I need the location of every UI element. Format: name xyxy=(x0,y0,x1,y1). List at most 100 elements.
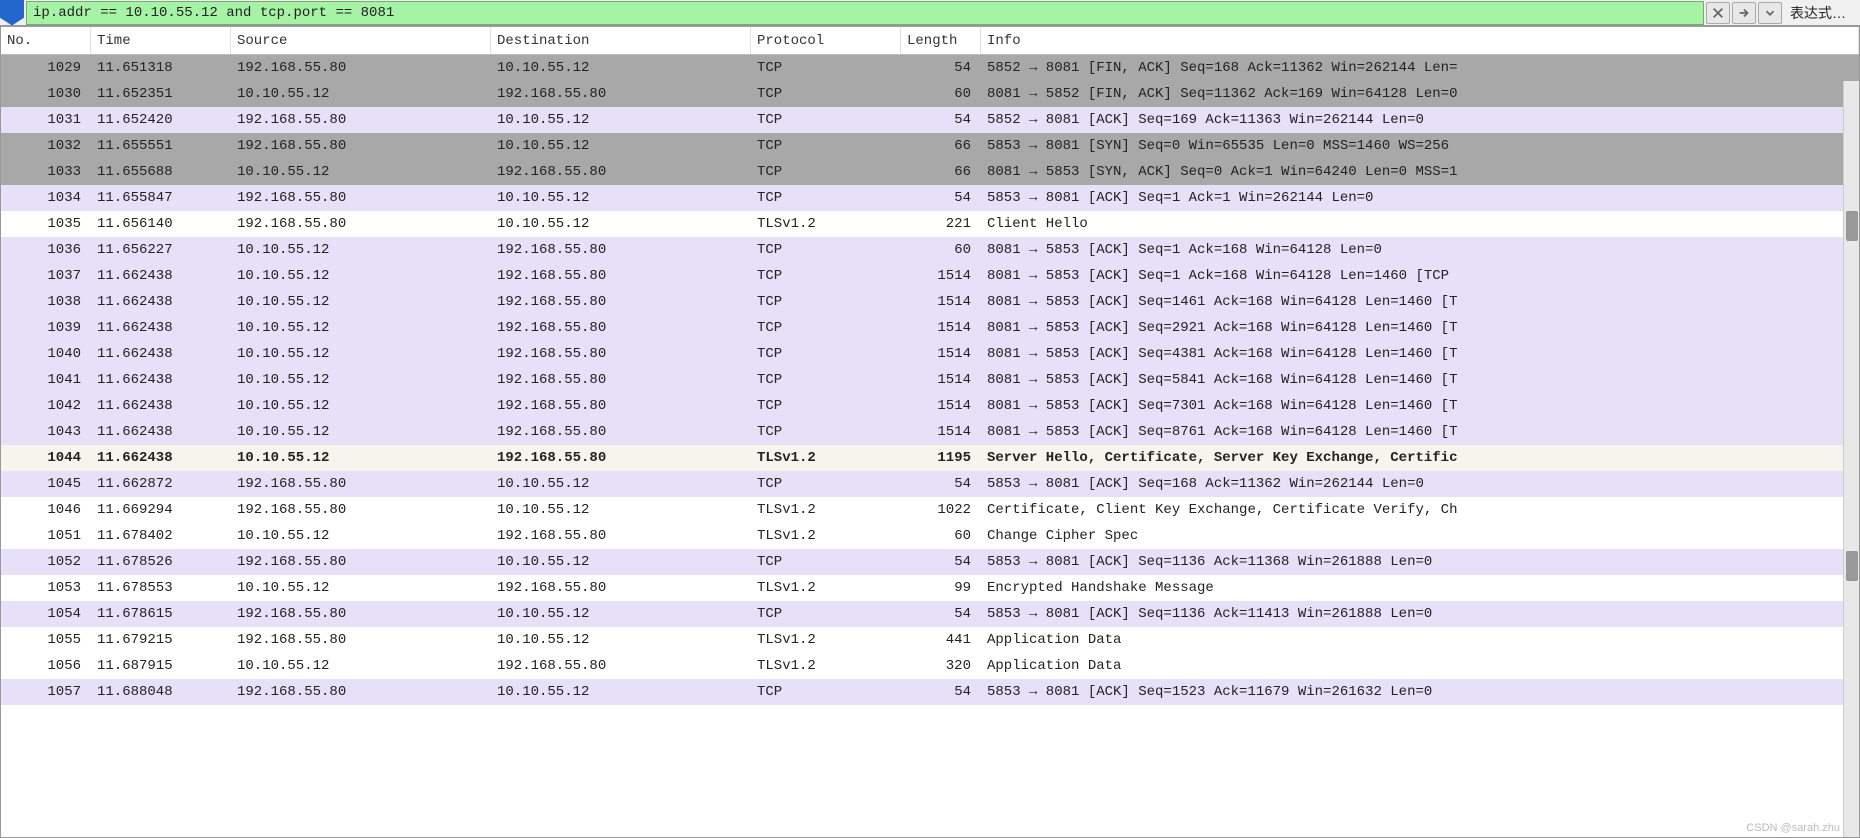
cell-time: 11.662438 xyxy=(91,372,231,388)
cell-proto: TLSv1.2 xyxy=(751,502,901,518)
packet-row[interactable]: 105411.678615192.168.55.8010.10.55.12TCP… xyxy=(1,601,1859,627)
cell-dst: 192.168.55.80 xyxy=(491,372,751,388)
cell-no: 1046 xyxy=(1,502,91,518)
apply-filter-button[interactable] xyxy=(1732,2,1756,24)
packet-row[interactable]: 103811.66243810.10.55.12192.168.55.80TCP… xyxy=(1,289,1859,315)
cell-len: 1514 xyxy=(901,398,981,414)
column-header-protocol[interactable]: Protocol xyxy=(751,27,901,54)
cell-dst: 192.168.55.80 xyxy=(491,320,751,336)
packet-row[interactable]: 104211.66243810.10.55.12192.168.55.80TCP… xyxy=(1,393,1859,419)
packet-row[interactable]: 104511.662872192.168.55.8010.10.55.12TCP… xyxy=(1,471,1859,497)
cell-src: 192.168.55.80 xyxy=(231,632,491,648)
cell-time: 11.655847 xyxy=(91,190,231,206)
cell-no: 1037 xyxy=(1,268,91,284)
cell-no: 1039 xyxy=(1,320,91,336)
cell-src: 10.10.55.12 xyxy=(231,372,491,388)
cell-proto: TCP xyxy=(751,476,901,492)
cell-no: 1040 xyxy=(1,346,91,362)
cell-time: 11.662438 xyxy=(91,294,231,310)
packet-row[interactable]: 103011.65235110.10.55.12192.168.55.80TCP… xyxy=(1,81,1859,107)
cell-src: 192.168.55.80 xyxy=(231,216,491,232)
cell-dst: 192.168.55.80 xyxy=(491,164,751,180)
expression-button[interactable]: 表达式… xyxy=(1784,3,1856,23)
cell-info: 5853 → 8081 [ACK] Seq=1523 Ack=11679 Win… xyxy=(981,684,1859,700)
cell-src: 10.10.55.12 xyxy=(231,86,491,102)
cell-len: 54 xyxy=(901,684,981,700)
packet-row[interactable]: 105211.678526192.168.55.8010.10.55.12TCP… xyxy=(1,549,1859,575)
packet-row[interactable]: 105311.67855310.10.55.12192.168.55.80TLS… xyxy=(1,575,1859,601)
cell-info: 5852 → 8081 [FIN, ACK] Seq=168 Ack=11362… xyxy=(981,60,1859,76)
cell-time: 11.679215 xyxy=(91,632,231,648)
cell-dst: 192.168.55.80 xyxy=(491,268,751,284)
packet-row[interactable]: 104411.66243810.10.55.12192.168.55.80TLS… xyxy=(1,445,1859,471)
column-header-source[interactable]: Source xyxy=(231,27,491,54)
packet-row[interactable]: 103311.65568810.10.55.12192.168.55.80TCP… xyxy=(1,159,1859,185)
packet-row[interactable]: 103411.655847192.168.55.8010.10.55.12TCP… xyxy=(1,185,1859,211)
cell-src: 10.10.55.12 xyxy=(231,528,491,544)
display-filter-input[interactable] xyxy=(26,1,1704,25)
packet-row[interactable]: 103111.652420192.168.55.8010.10.55.12TCP… xyxy=(1,107,1859,133)
packet-row[interactable]: 103211.655551192.168.55.8010.10.55.12TCP… xyxy=(1,133,1859,159)
cell-dst: 10.10.55.12 xyxy=(491,60,751,76)
packet-row[interactable]: 105711.688048192.168.55.8010.10.55.12TCP… xyxy=(1,679,1859,705)
cell-time: 11.651318 xyxy=(91,60,231,76)
cell-no: 1057 xyxy=(1,684,91,700)
cell-dst: 10.10.55.12 xyxy=(491,632,751,648)
packet-row[interactable]: 104111.66243810.10.55.12192.168.55.80TCP… xyxy=(1,367,1859,393)
clear-filter-button[interactable] xyxy=(1706,2,1730,24)
cell-src: 10.10.55.12 xyxy=(231,346,491,362)
cell-proto: TCP xyxy=(751,190,901,206)
cell-len: 60 xyxy=(901,528,981,544)
cell-len: 54 xyxy=(901,60,981,76)
cell-time: 11.687915 xyxy=(91,658,231,674)
cell-time: 11.662872 xyxy=(91,476,231,492)
cell-time: 11.655688 xyxy=(91,164,231,180)
packet-row[interactable]: 104011.66243810.10.55.12192.168.55.80TCP… xyxy=(1,341,1859,367)
packet-list-header[interactable]: No. Time Source Destination Protocol Len… xyxy=(1,27,1859,55)
cell-len: 1195 xyxy=(901,450,981,466)
cell-no: 1036 xyxy=(1,242,91,258)
cell-time: 11.652351 xyxy=(91,86,231,102)
scrollbar-thumb[interactable] xyxy=(1846,211,1858,241)
cell-time: 11.662438 xyxy=(91,450,231,466)
packet-row[interactable]: 103711.66243810.10.55.12192.168.55.80TCP… xyxy=(1,263,1859,289)
column-header-time[interactable]: Time xyxy=(91,27,231,54)
close-icon xyxy=(1711,6,1725,20)
packet-row[interactable]: 105611.68791510.10.55.12192.168.55.80TLS… xyxy=(1,653,1859,679)
column-header-no[interactable]: No. xyxy=(1,27,91,54)
packet-row[interactable]: 102911.651318192.168.55.8010.10.55.12TCP… xyxy=(1,55,1859,81)
packet-row[interactable]: 103611.65622710.10.55.12192.168.55.80TCP… xyxy=(1,237,1859,263)
cell-info: 8081 → 5853 [ACK] Seq=7301 Ack=168 Win=6… xyxy=(981,398,1859,414)
cell-time: 11.662438 xyxy=(91,424,231,440)
cell-proto: TCP xyxy=(751,684,901,700)
cell-proto: TCP xyxy=(751,268,901,284)
cell-proto: TCP xyxy=(751,164,901,180)
packet-row[interactable]: 103511.656140192.168.55.8010.10.55.12TLS… xyxy=(1,211,1859,237)
filter-bar: 表达式… xyxy=(0,0,1860,26)
cell-time: 11.662438 xyxy=(91,398,231,414)
cell-dst: 10.10.55.12 xyxy=(491,684,751,700)
cell-no: 1030 xyxy=(1,86,91,102)
packet-row[interactable]: 104311.66243810.10.55.12192.168.55.80TCP… xyxy=(1,419,1859,445)
scrollbar-thumb[interactable] xyxy=(1846,551,1858,581)
packet-row[interactable]: 105511.679215192.168.55.8010.10.55.12TLS… xyxy=(1,627,1859,653)
cell-no: 1035 xyxy=(1,216,91,232)
cell-src: 10.10.55.12 xyxy=(231,658,491,674)
column-header-destination[interactable]: Destination xyxy=(491,27,751,54)
cell-len: 66 xyxy=(901,138,981,154)
arrow-right-icon xyxy=(1737,6,1751,20)
packet-row[interactable]: 104611.669294192.168.55.8010.10.55.12TLS… xyxy=(1,497,1859,523)
packet-row[interactable]: 105111.67840210.10.55.12192.168.55.80TLS… xyxy=(1,523,1859,549)
packet-row[interactable]: 103911.66243810.10.55.12192.168.55.80TCP… xyxy=(1,315,1859,341)
filter-bookmark-icon[interactable] xyxy=(0,0,24,26)
column-header-length[interactable]: Length xyxy=(901,27,981,54)
cell-no: 1052 xyxy=(1,554,91,570)
vertical-scrollbar[interactable] xyxy=(1843,81,1859,837)
filter-history-dropdown[interactable] xyxy=(1758,2,1782,24)
column-header-info[interactable]: Info xyxy=(981,27,1859,54)
cell-no: 1051 xyxy=(1,528,91,544)
cell-len: 221 xyxy=(901,216,981,232)
cell-src: 192.168.55.80 xyxy=(231,138,491,154)
cell-no: 1044 xyxy=(1,450,91,466)
cell-proto: TCP xyxy=(751,554,901,570)
